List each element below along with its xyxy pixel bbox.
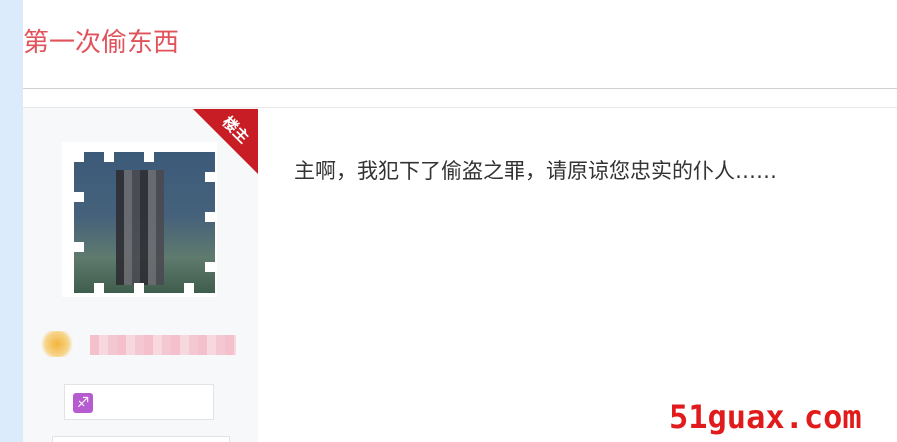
avatar-pixel bbox=[205, 212, 215, 222]
post-content: 主啊，我犯下了偷盗之罪，请原谅您忠实的仆人…… bbox=[294, 159, 777, 183]
page: 第一次偷东西 楼主 ♐ 主啊，我犯下了偷盗之罪，请原谅您忠实的仆人…… 51gu… bbox=[0, 0, 897, 442]
author-name-blurred bbox=[90, 335, 236, 355]
avatar-pixel bbox=[74, 152, 84, 162]
avatar-pixel bbox=[74, 242, 84, 252]
avatar-figure bbox=[116, 170, 164, 285]
op-ribbon: 楼主 bbox=[193, 109, 258, 174]
avatar-pixel bbox=[134, 283, 144, 293]
avatar-pixel bbox=[94, 283, 104, 293]
left-rail bbox=[0, 0, 23, 442]
author-name[interactable] bbox=[38, 327, 238, 361]
avatar-pixel bbox=[184, 283, 194, 293]
author-badge-box: ♐ bbox=[64, 384, 214, 420]
thread-header: 第一次偷东西 bbox=[23, 0, 897, 88]
avatar-pixel bbox=[104, 152, 114, 162]
site-watermark: 51guax.com bbox=[669, 398, 862, 436]
avatar-pixel bbox=[205, 262, 215, 272]
sagittarius-icon: ♐ bbox=[73, 393, 93, 413]
level-badge-icon bbox=[40, 331, 74, 357]
thread-title[interactable]: 第一次偷东西 bbox=[23, 22, 179, 59]
avatar-pixel bbox=[144, 152, 154, 162]
header-divider bbox=[23, 88, 897, 89]
avatar-pixel bbox=[74, 192, 84, 202]
author-stats-box bbox=[52, 436, 230, 442]
